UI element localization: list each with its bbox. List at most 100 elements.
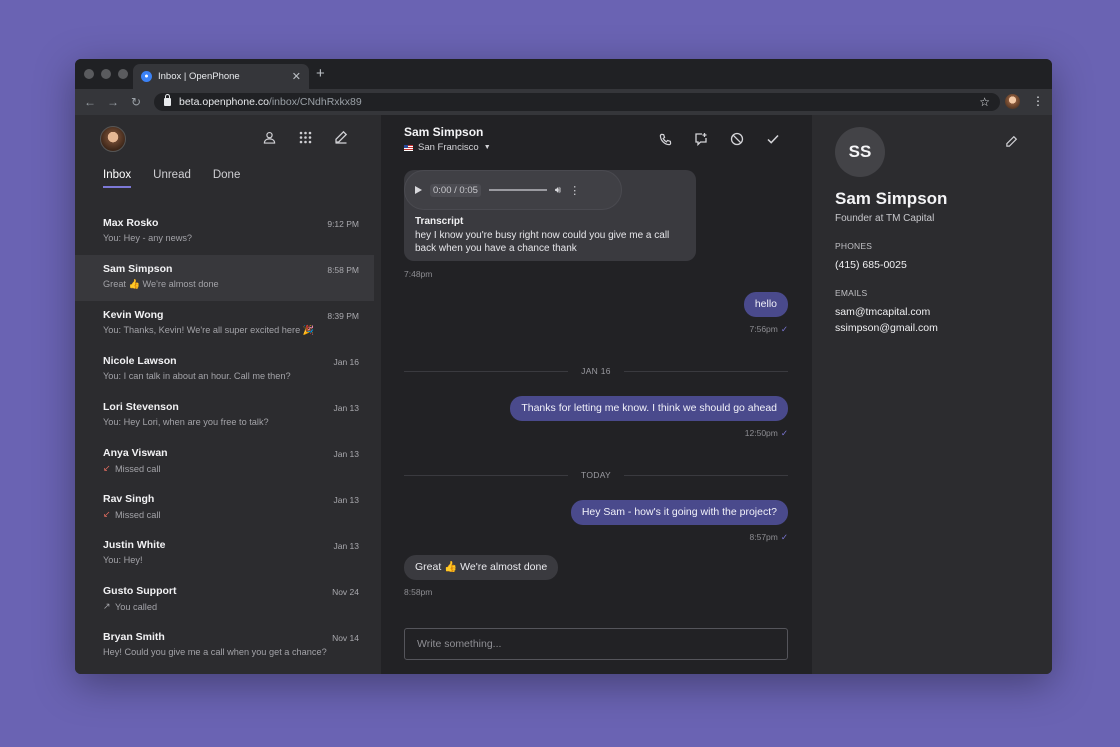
contact-role: Founder at TM Capital bbox=[835, 213, 935, 224]
tab-inbox[interactable]: Inbox bbox=[103, 169, 132, 188]
transcript-text: hey I know you're busy right now could y… bbox=[415, 230, 670, 254]
conversation-time: 9:12 PM bbox=[327, 219, 359, 229]
contacts-icon[interactable] bbox=[261, 129, 277, 145]
message-timestamp-row: 7:56pm ✓ bbox=[750, 324, 788, 335]
tab-strip: ● Inbox | OpenPhone ✕ + bbox=[75, 59, 1052, 89]
message-input[interactable] bbox=[417, 638, 775, 650]
edit-pencil-icon[interactable] bbox=[1005, 135, 1018, 153]
date-divider-label: JAN 16 bbox=[581, 366, 611, 376]
call-icon[interactable] bbox=[657, 131, 673, 147]
contact-email[interactable]: ssimpson@gmail.com bbox=[835, 322, 938, 334]
forward-arrow-icon[interactable]: → bbox=[107, 95, 119, 109]
message-timestamp-row: 12:50pm ✓ bbox=[745, 428, 788, 439]
audio-progress-bar[interactable] bbox=[488, 189, 547, 191]
contact-email[interactable]: sam@tmcapital.com bbox=[835, 306, 930, 318]
bookmark-star-icon[interactable]: ☆ bbox=[979, 95, 990, 109]
minimize-window-button[interactable] bbox=[101, 69, 111, 79]
contact-name: Sam Simpson bbox=[835, 189, 948, 208]
close-window-button[interactable] bbox=[84, 69, 94, 79]
browser-window: ● Inbox | OpenPhone ✕ + ← → ↻ beta.openp… bbox=[75, 59, 1052, 674]
compose-icon[interactable] bbox=[333, 129, 349, 145]
new-tab-button[interactable]: + bbox=[316, 66, 325, 82]
emails-label: EMAILS bbox=[835, 288, 868, 298]
message-timestamp-row: 8:57pm ✓ bbox=[750, 532, 788, 543]
tab-title: Inbox | OpenPhone bbox=[158, 71, 240, 82]
inbox-sidebar: Inbox Unread Done Max Rosko 9:12 PM You:… bbox=[75, 115, 381, 674]
outgoing-message: hello bbox=[743, 292, 788, 317]
tab-done[interactable]: Done bbox=[213, 169, 241, 188]
conversation-preview: You: Hey Lori, when are you free to talk… bbox=[103, 417, 269, 427]
conversation-preview: You called bbox=[115, 601, 158, 612]
openphone-app: Inbox Unread Done Max Rosko 9:12 PM You:… bbox=[75, 115, 1052, 674]
missed-call-icon: ↙ bbox=[103, 509, 111, 519]
conversation-name: Lori Stevenson bbox=[103, 401, 179, 413]
delivered-check-icon: ✓ bbox=[780, 532, 788, 542]
conversation-name: Kevin Wong bbox=[103, 309, 164, 321]
new-message-icon[interactable] bbox=[693, 131, 709, 147]
outgoing-message: Thanks for letting me know. I think we s… bbox=[510, 396, 788, 421]
location-selector[interactable]: San Francisco ▼ bbox=[404, 142, 491, 153]
more-options-icon[interactable]: ⋮ bbox=[569, 184, 580, 197]
date-divider-label: TODAY bbox=[581, 470, 611, 480]
address-bar[interactable]: beta.openphone.co/inbox/CNdhRxkx89 ☆ bbox=[154, 93, 1000, 111]
conversation-preview: You: Hey! bbox=[103, 555, 143, 565]
openphone-favicon-icon: ● bbox=[141, 71, 152, 82]
date-divider: TODAY bbox=[404, 470, 788, 480]
outgoing-message: Hey Sam - how's it going with the projec… bbox=[570, 500, 788, 525]
conversation-item[interactable]: Kevin Wong 8:39 PM You: Thanks, Kevin! W… bbox=[75, 301, 381, 347]
user-avatar[interactable] bbox=[100, 126, 126, 152]
dialpad-icon[interactable] bbox=[297, 129, 313, 145]
maximize-window-button[interactable] bbox=[118, 69, 128, 79]
conversation-title: Sam Simpson bbox=[404, 125, 484, 139]
contact-phone[interactable]: (415) 685-0025 bbox=[835, 259, 907, 271]
browser-menu-icon[interactable]: ⋮ bbox=[1032, 94, 1044, 108]
browser-profile-avatar[interactable] bbox=[1005, 94, 1020, 109]
back-arrow-icon[interactable]: ← bbox=[84, 95, 96, 109]
conversation-panel: Sam Simpson San Francisco ▼ 0:00 / 0:05 … bbox=[381, 115, 812, 674]
delivered-check-icon: ✓ bbox=[780, 428, 788, 438]
conversation-name: Max Rosko bbox=[103, 217, 159, 229]
conversation-time: Jan 13 bbox=[333, 495, 359, 505]
conversation-time: Jan 13 bbox=[333, 403, 359, 413]
reload-icon[interactable]: ↻ bbox=[130, 95, 142, 109]
conversation-preview: You: Hey - any news? bbox=[103, 233, 193, 243]
conversation-item-selected[interactable]: Sam Simpson 8:58 PM Great 👍 We're almost… bbox=[75, 255, 374, 301]
browser-tab[interactable]: ● Inbox | OpenPhone ✕ bbox=[133, 64, 309, 89]
audio-time: 0:00 / 0:05 bbox=[430, 183, 481, 197]
message-timestamp: 12:50pm bbox=[744, 428, 778, 438]
us-flag-icon bbox=[404, 144, 413, 151]
volume-icon[interactable]: 🔊︎ bbox=[555, 185, 561, 196]
conversation-item[interactable]: Gusto Support Nov 24 ↗ You called bbox=[75, 577, 381, 623]
play-icon[interactable] bbox=[415, 186, 422, 194]
conversation-name: Nicole Lawson bbox=[103, 355, 177, 367]
window-controls bbox=[84, 69, 128, 79]
conversation-item[interactable]: Anya Viswan Jan 13 ↙ Missed call bbox=[75, 439, 381, 485]
inbox-tabs: Inbox Unread Done bbox=[103, 169, 240, 188]
close-tab-icon[interactable]: ✕ bbox=[292, 70, 301, 83]
conversation-item[interactable]: Justin White Jan 13 You: Hey! bbox=[75, 531, 381, 577]
audio-player[interactable]: 0:00 / 0:05 🔊︎ ⋮ bbox=[404, 170, 622, 210]
phones-label: PHONES bbox=[835, 241, 873, 251]
conversation-time: Nov 24 bbox=[332, 587, 359, 597]
conversation-preview: Missed call bbox=[115, 463, 161, 474]
missed-call-icon: ↙ bbox=[103, 463, 111, 473]
browser-toolbar: ← → ↻ beta.openphone.co/inbox/CNdhRxkx89… bbox=[75, 89, 1052, 115]
tab-unread[interactable]: Unread bbox=[153, 169, 191, 188]
chevron-down-icon: ▼ bbox=[483, 144, 491, 151]
conversation-preview: You: I can talk in about an hour. Call m… bbox=[103, 371, 291, 381]
block-icon[interactable] bbox=[729, 131, 745, 147]
conversation-item[interactable]: Lori Stevenson Jan 13 You: Hey Lori, whe… bbox=[75, 393, 381, 439]
conversation-name: Rav Singh bbox=[103, 493, 155, 505]
lock-icon bbox=[164, 94, 171, 106]
conversation-item[interactable]: Nicole Lawson Jan 16 You: I can talk in … bbox=[75, 347, 381, 393]
message-timestamp: 7:56pm bbox=[749, 324, 778, 334]
conversation-item[interactable]: Rav Singh Jan 13 ↙ Missed call bbox=[75, 485, 381, 531]
conversation-time: Jan 13 bbox=[333, 541, 359, 551]
mark-done-icon[interactable] bbox=[765, 131, 781, 147]
message-timestamp: 7:48pm bbox=[404, 269, 433, 279]
date-divider: JAN 16 bbox=[404, 366, 788, 376]
conversation-item[interactable]: Max Rosko 9:12 PM You: Hey - any news? bbox=[75, 209, 381, 255]
conversation-item[interactable]: Bryan Smith Nov 14 Hey! Could you give m… bbox=[75, 623, 381, 669]
message-composer bbox=[404, 628, 788, 660]
conversation-time: Jan 13 bbox=[333, 449, 359, 459]
